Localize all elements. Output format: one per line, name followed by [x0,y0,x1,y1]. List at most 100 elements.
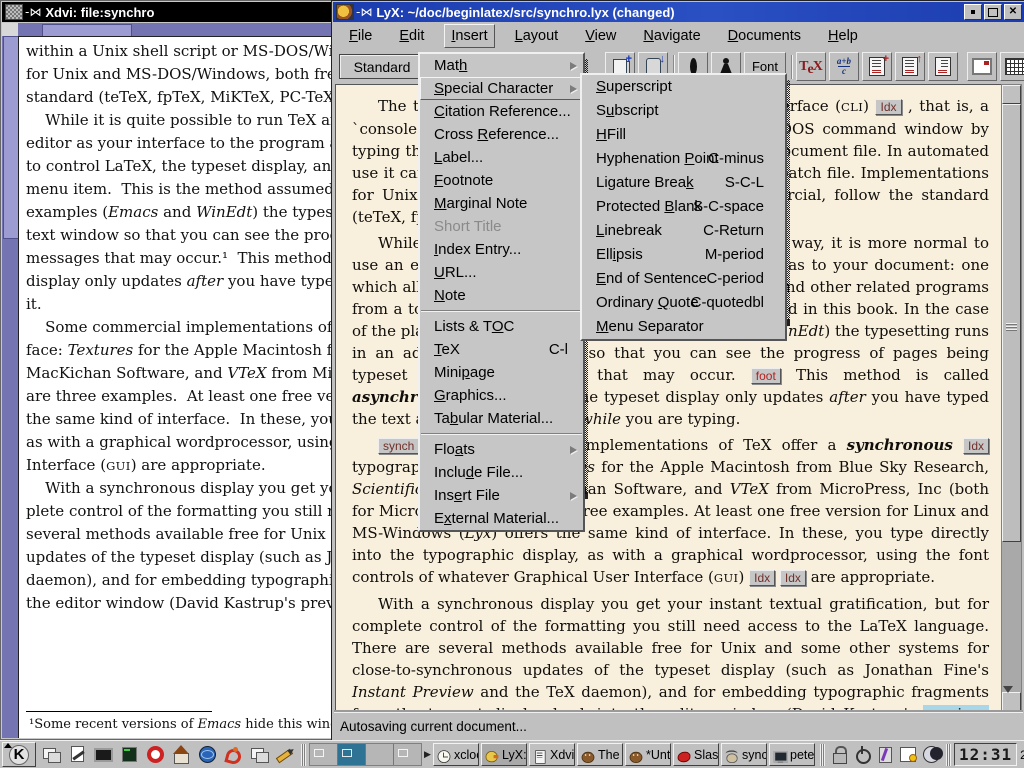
insert-menu-item-label[interactable]: Label... [420,146,583,169]
insert-menu-item-citation-reference[interactable]: Citation Reference... [420,100,583,123]
menubar-item-edit[interactable]: Edit [392,24,431,48]
taskbar-task-sync[interactable]: sync [721,743,767,766]
pager-desktop-3[interactable] [366,744,394,765]
menubar-item-insert[interactable]: Insert [444,24,494,48]
taskbar-task-xdvi[interactable]: Xdvi [529,743,575,766]
pager-desktop-1[interactable] [310,744,338,765]
insert-menu-item-minipage[interactable]: Minipage [420,361,583,384]
taskbar-task-unti[interactable]: *Unti [625,743,671,766]
insert-menu-item-floats[interactable]: Floats [420,438,583,461]
insert-menu-item-math[interactable]: Math [420,54,583,77]
pager-desktop-4[interactable] [394,744,421,765]
power-tray-icon[interactable] [852,744,873,765]
special-character-menu-item-menu-separator[interactable]: Menu Separator [582,315,785,339]
special-character-menu-item-hyphenation-point[interactable]: Hyphenation PointC-minus [582,147,785,171]
insert-menu-item-cross-reference[interactable]: Cross Reference... [420,123,583,146]
panel-handle[interactable] [820,744,825,766]
insert-menu-item-insert-file[interactable]: Insert File [420,484,583,507]
menubar-item-documents[interactable]: Documents [721,24,808,48]
special-character-menu-item-superscript[interactable]: Superscript [582,75,785,99]
klipper-tray-icon[interactable] [875,744,896,765]
taskbar-clock[interactable]: 12:31 [954,743,1017,766]
xdvi-vscroll-thumb[interactable] [3,36,19,239]
menubar-item-layout[interactable]: Layout [508,24,566,48]
menubar-item-help[interactable]: Help [821,24,865,48]
menubar-item-navigate[interactable]: Navigate [636,24,707,48]
special-character-menu-item-subscript[interactable]: Subscript [582,99,785,123]
task-scroll-arrow-icon[interactable]: ▶ [422,743,433,766]
xdvi-vertical-scrollbar[interactable] [2,36,18,738]
special-character-menu-item-end-of-sentence[interactable]: End of SentenceC-period [582,267,785,291]
layout-combo[interactable]: Standard [339,54,425,79]
insert-menu-item-external-material[interactable]: External Material... [420,507,583,530]
menubar-item-file[interactable]: File [342,24,379,48]
taskbar-task-the-g[interactable]: The G [577,743,623,766]
taskbar-task-xcloc[interactable]: xcloc [433,743,479,766]
insert-menu-item-tex[interactable]: TeXC-l [420,338,583,361]
label-inset[interactable]: synch [378,438,419,454]
math-fraction-button[interactable]: a+bc [829,52,859,81]
index-inset[interactable]: Idx [875,99,901,115]
k-menu-button[interactable]: K [2,742,36,767]
special-character-menu-item-protected-blank[interactable]: Protected BlankS-C-space [582,195,785,219]
launcher-globe-browser[interactable] [194,743,220,767]
special-character-menu-item-ellipsis[interactable]: EllipsisM-period [582,243,785,267]
taskbar-task-lyx[interactable]: LyX: [481,743,527,766]
insert-menu-item-tabular-material[interactable]: Tabular Material... [420,407,583,430]
special-character-menu-item-ordinary-quote[interactable]: Ordinary QuoteC-quotedbl [582,291,785,315]
scroll-up-button[interactable] [1002,85,1021,104]
maximize-button[interactable] [984,4,1002,20]
taskbar-task-pete[interactable]: pete◀ [769,743,815,766]
menu-item-label: Lists & TOC [434,318,514,335]
scroll-down-button[interactable] [1002,692,1021,711]
insert-menu-item-lists-toc[interactable]: Lists & TOC [420,315,583,338]
document-scrollbar[interactable] [1001,84,1022,712]
special-character-menu-item-ligature-break[interactable]: Ligature BreakS-C-L [582,171,785,195]
insert-menu-item-note[interactable]: Note [420,284,583,307]
moon-tray-icon[interactable] [921,744,942,765]
footnote-inset[interactable]: foot [751,368,781,384]
launcher-windows-stack[interactable] [246,743,272,767]
launcher-lifesaver-help[interactable] [142,743,168,767]
tex-button[interactable]: TeX [796,52,826,81]
insert-menu-item-index-entry[interactable]: Index Entry... [420,238,583,261]
insert-menu-item-include-file[interactable]: Include File... [420,461,583,484]
launcher-window-list[interactable] [38,743,64,767]
special-character-menu-item-linebreak[interactable]: LinebreakC-Return [582,219,785,243]
xdvi-titlebar[interactable]: -⋈ Xdvi: file:synchro [2,2,331,22]
panel-handle[interactable] [301,744,306,766]
launcher-terminal[interactable] [116,743,142,767]
launcher-screen[interactable] [90,743,116,767]
lock-tray-icon[interactable] [829,744,850,765]
xdvi-text-line: editor as your interface to the program … [26,132,331,155]
taskbar-task-slas[interactable]: Slas [673,743,719,766]
index-inset[interactable]: Idx [749,570,775,586]
insert-menu-item-url[interactable]: URL... [420,261,583,284]
menubar-item-view[interactable]: View [578,24,623,48]
launcher-pencil-editor[interactable] [272,743,298,767]
scrollbar-thumb[interactable] [1002,104,1021,542]
panel-handle[interactable] [946,744,951,766]
iconify-button[interactable] [964,4,982,20]
pager-desktop-2[interactable] [338,744,366,765]
insert-figure-button[interactable] [967,52,997,81]
close-button[interactable]: ✕ [1004,4,1022,20]
insert-margin-note-button[interactable]: ↑ [895,52,925,81]
index-inset[interactable]: Idx [780,570,806,586]
organizer-tray-icon[interactable] [898,744,919,765]
insert-menu-item-marginal-note[interactable]: Marginal Note [420,192,583,215]
insert-menu-item-special-character[interactable]: Special Character [420,77,583,100]
xdvi-horizontal-scrollbar[interactable] [18,23,331,36]
change-depth-button[interactable] [928,52,958,81]
launcher-sheet-pen[interactable] [64,743,90,767]
lyx-titlebar[interactable]: -⋈ LyX: ~/doc/beginlatex/src/synchro.lyx… [333,2,1024,22]
index-inset[interactable]: Idx [963,438,989,454]
launcher-kmail[interactable] [220,743,246,767]
insert-table-button[interactable] [1000,52,1024,81]
insert-menu-item-footnote[interactable]: Footnote [420,169,583,192]
insert-footnote-button[interactable]: + [862,52,892,81]
insert-menu-item-graphics[interactable]: Graphics... [420,384,583,407]
special-character-menu-item-hfill[interactable]: HFill [582,123,785,147]
small-caps: GUI [714,571,739,585]
launcher-home-folder[interactable] [168,743,194,767]
